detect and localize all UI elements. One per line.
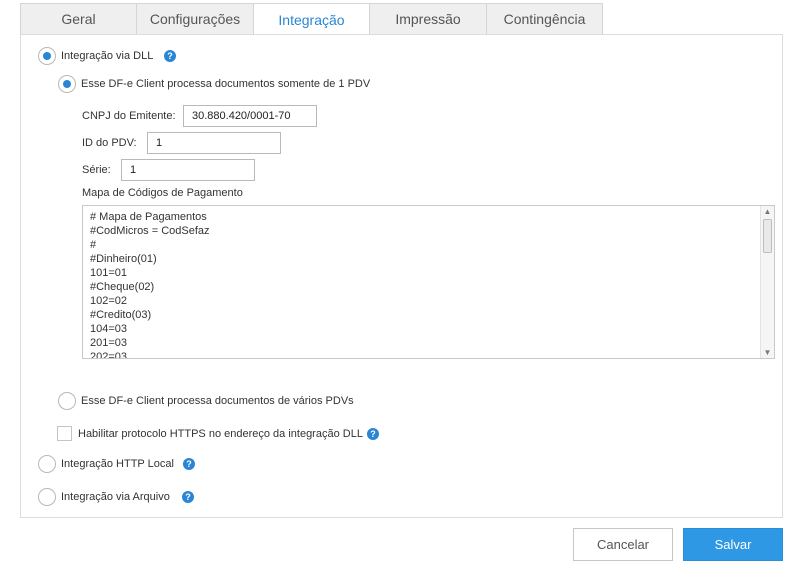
mapa-line: 101=01	[90, 267, 128, 279]
mapa-line: 202=03	[90, 351, 128, 359]
scroll-up-icon[interactable]: ▲	[761, 206, 774, 217]
mapa-line: #	[90, 239, 97, 251]
help-icon[interactable]: ?	[182, 491, 194, 503]
save-button[interactable]: Salvar	[683, 528, 783, 561]
help-icon[interactable]: ?	[183, 458, 195, 470]
integration-panel: Integração via DLL ? Esse DF-e Client pr…	[20, 34, 783, 518]
tab-impressao[interactable]: Impressão	[369, 3, 487, 34]
help-icon[interactable]: ?	[367, 428, 379, 440]
serie-field[interactable]	[121, 159, 255, 181]
radio-http-local-label: Integração HTTP Local	[61, 458, 174, 470]
radio-multi-pdv[interactable]	[58, 392, 76, 410]
tab-contingencia[interactable]: Contingência	[486, 3, 603, 34]
mapa-line: #Credito(03)	[90, 309, 152, 321]
pdv-id-field[interactable]	[147, 132, 281, 154]
radio-arquivo[interactable]	[38, 488, 56, 506]
mapa-line: #Dinheiro(01)	[90, 253, 157, 265]
mapa-line: 104=03	[90, 323, 128, 335]
mapa-line: # Mapa de Pagamentos	[90, 211, 207, 223]
mapa-line: 102=02	[90, 295, 128, 307]
scroll-thumb[interactable]	[763, 219, 772, 253]
tab-bar: Geral Configurações Integração Impressão…	[20, 3, 603, 35]
cnpj-field[interactable]	[183, 105, 317, 127]
mapa-label: Mapa de Códigos de Pagamento	[82, 187, 243, 199]
radio-arquivo-label: Integração via Arquivo	[61, 491, 170, 503]
mapa-line: #CodMicros = CodSefaz	[90, 225, 210, 237]
pdv-id-label: ID do PDV:	[82, 137, 137, 149]
cnpj-label: CNPJ do Emitente:	[82, 110, 176, 122]
radio-single-pdv[interactable]	[58, 75, 76, 93]
mapa-pagamentos-text: # Mapa de Pagamentos #CodMicros = CodSefa…	[90, 210, 210, 359]
radio-integracao-dll[interactable]	[38, 47, 56, 65]
https-checkbox-label: Habilitar protocolo HTTPS no endereço da…	[78, 428, 363, 440]
radio-http-local[interactable]	[38, 455, 56, 473]
mapa-line: #Cheque(02)	[90, 281, 155, 293]
help-icon[interactable]: ?	[164, 50, 176, 62]
radio-multi-pdv-label: Esse DF-e Client processa documentos de …	[81, 395, 354, 407]
textarea-scrollbar[interactable]: ▲ ▼	[760, 206, 774, 358]
tab-geral[interactable]: Geral	[20, 3, 137, 34]
tab-configuracoes[interactable]: Configurações	[136, 3, 254, 34]
https-checkbox[interactable]	[57, 426, 72, 441]
tab-integracao[interactable]: Integração	[253, 3, 370, 35]
mapa-pagamentos-textarea[interactable]: # Mapa de Pagamentos #CodMicros = CodSefa…	[82, 205, 775, 359]
scroll-down-icon[interactable]: ▼	[761, 347, 774, 358]
radio-integracao-dll-label: Integração via DLL	[61, 50, 154, 62]
mapa-line: 201=03	[90, 337, 128, 349]
cancel-button[interactable]: Cancelar	[573, 528, 673, 561]
radio-single-pdv-label: Esse DF-e Client processa documentos som…	[81, 78, 371, 90]
serie-label: Série:	[82, 164, 111, 176]
